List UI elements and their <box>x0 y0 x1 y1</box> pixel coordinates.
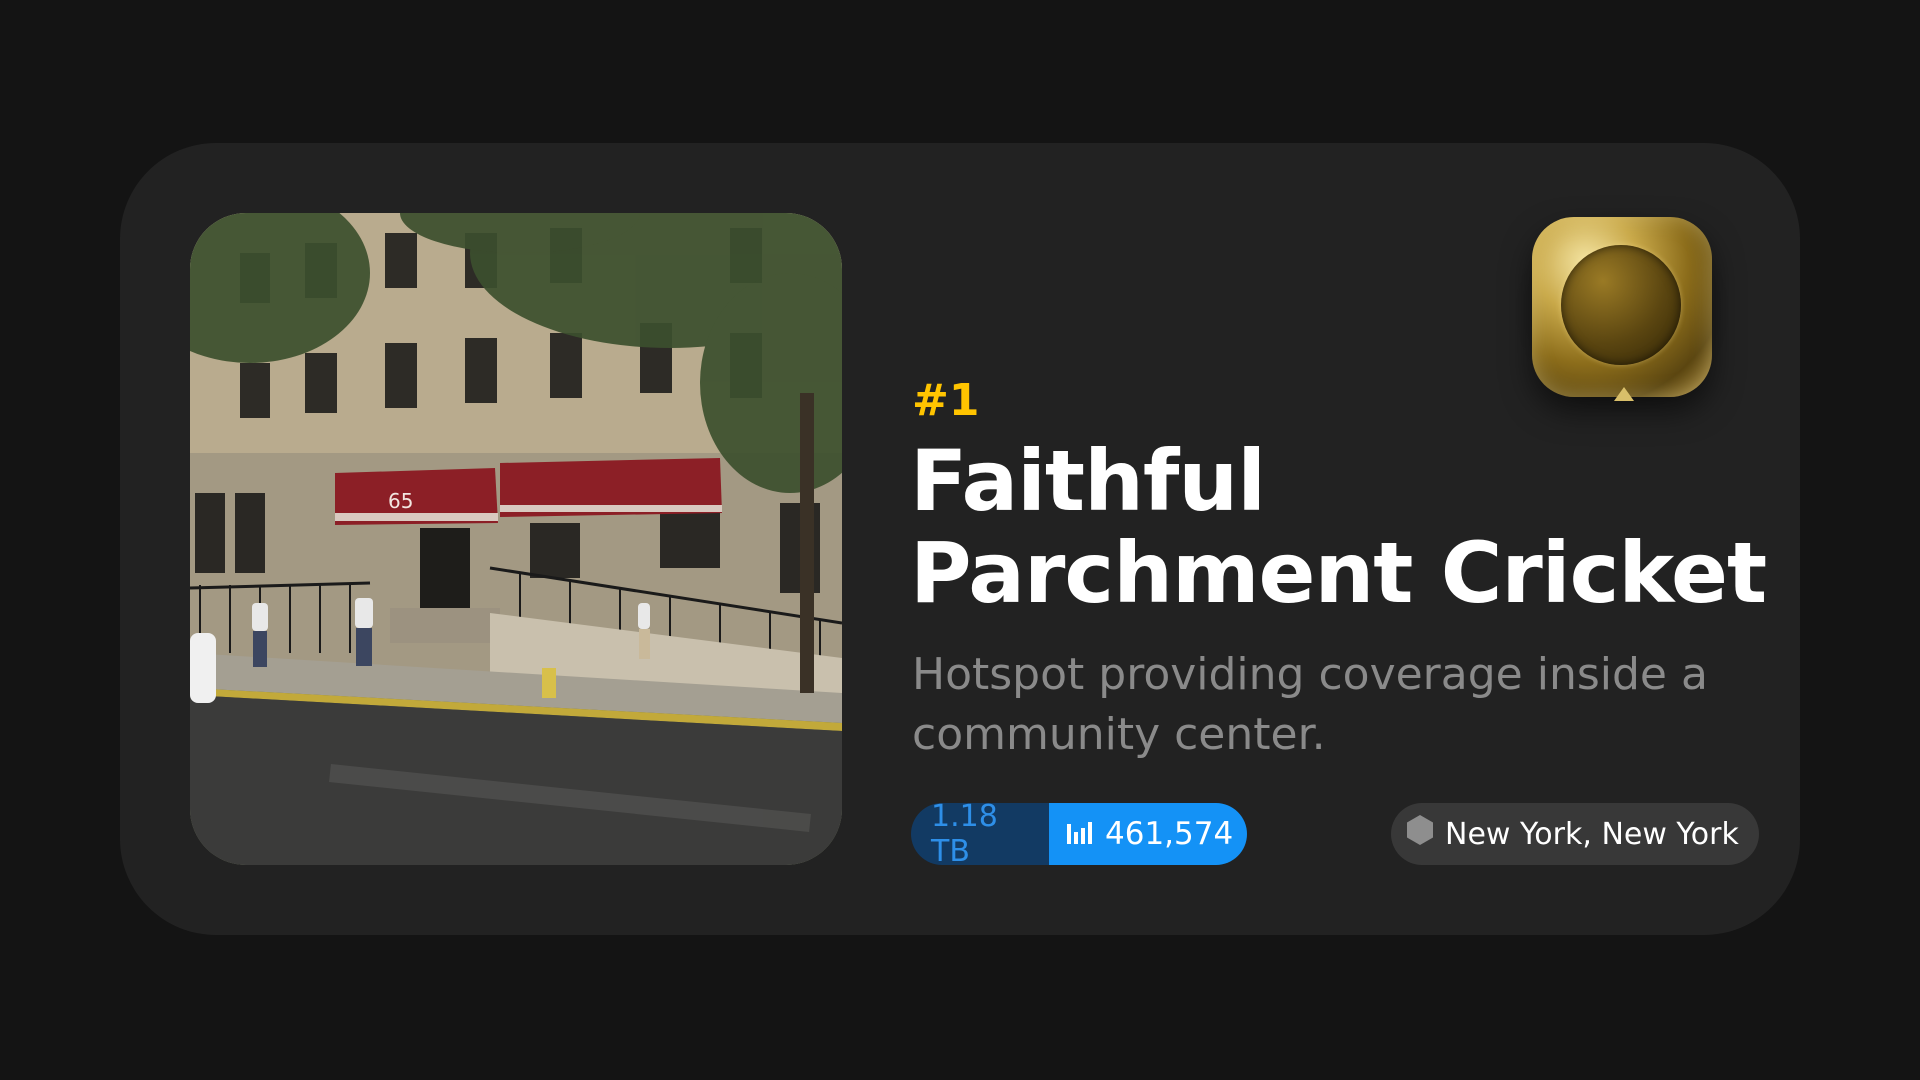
building-number: 65 <box>388 489 413 513</box>
hotspot-card: 65 #1 Faithful Parchment Cricket Hotspot… <box>120 143 1800 935</box>
count-value: 461,574 <box>1105 816 1234 852</box>
location-text: New York, New York <box>1445 816 1739 852</box>
location-pill: New York, New York <box>1391 803 1759 865</box>
stats-pill: 1.18 TB 461,574 <box>911 803 1247 865</box>
hotspot-name-line2: Parchment Cricket <box>910 524 1767 622</box>
hotspot-photo: 65 <box>190 213 842 865</box>
gold-medal-badge <box>1502 197 1742 425</box>
data-transferred: 1.18 TB <box>911 803 1049 865</box>
count-stat: 461,574 <box>1049 803 1247 865</box>
badge-body <box>1532 217 1712 397</box>
badge-disc <box>1561 245 1681 365</box>
hexagon-icon <box>1405 814 1435 854</box>
hotspot-name: Faithful Parchment Cricket <box>910 435 1770 619</box>
bar-chart-icon <box>1067 816 1095 852</box>
badge-triangle-icon <box>1614 387 1634 401</box>
rank-label: #1 <box>912 375 980 426</box>
hotspot-description: Hotspot providing coverage inside a comm… <box>912 649 1708 760</box>
hotspot-name-line1: Faithful <box>910 432 1266 530</box>
